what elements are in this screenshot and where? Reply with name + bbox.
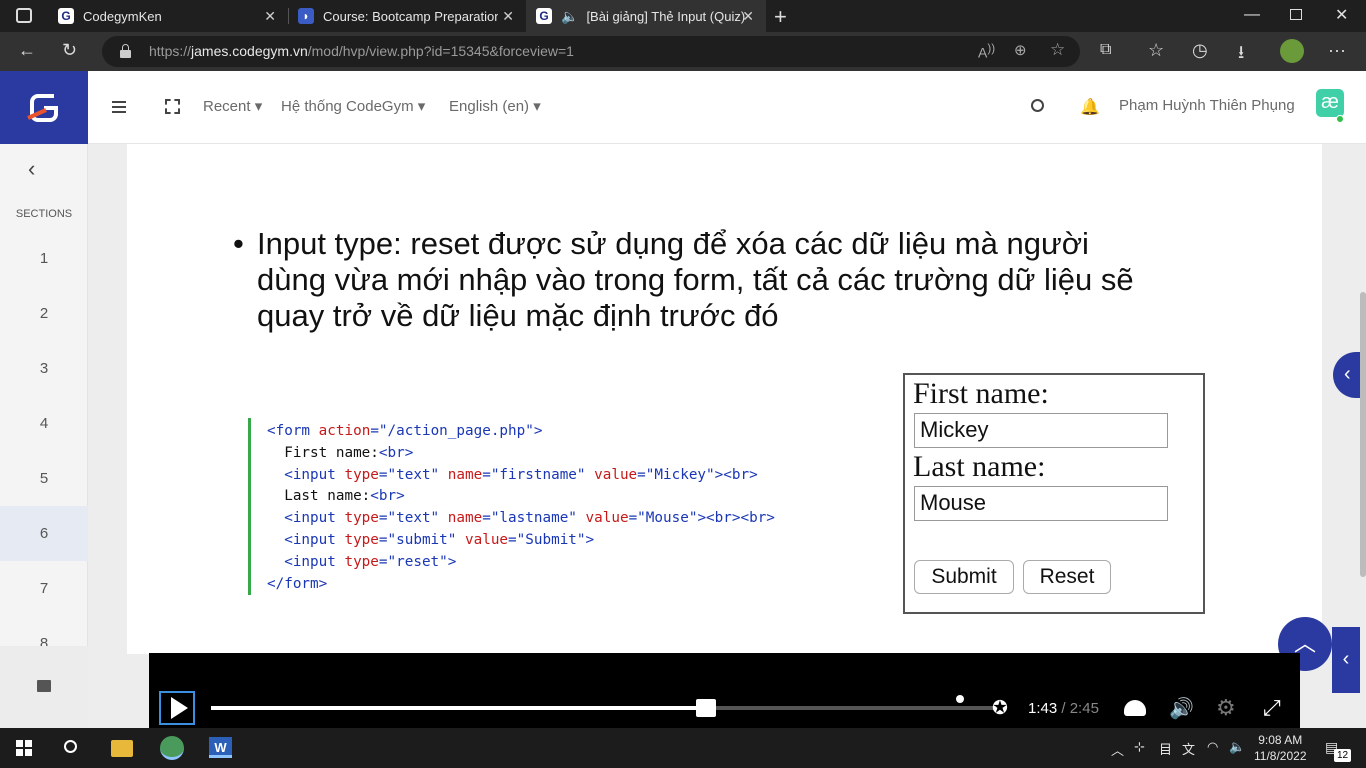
sections-title: SECTIONS xyxy=(15,208,73,220)
windows-start-icon[interactable] xyxy=(16,740,32,756)
close-tab-icon[interactable]: ✕ xyxy=(502,8,514,25)
code-line: <form action="/action_page.php"> xyxy=(267,423,543,439)
demo-reset-button: Reset xyxy=(1023,560,1111,594)
code-sample: <form action="/action_page.php"> First n… xyxy=(248,418,808,595)
tab-audio-icon[interactable]: 🔈 xyxy=(561,8,578,25)
more-menu-icon[interactable]: ··· xyxy=(1328,40,1346,61)
close-tab-icon[interactable]: ✕ xyxy=(264,8,276,25)
bullet-dot: • xyxy=(233,226,244,261)
language-icon[interactable]: 文 xyxy=(1182,739,1195,758)
interaction-marker[interactable] xyxy=(956,695,964,703)
code-line: <input type="reset"> xyxy=(267,553,457,570)
bookmark-star-icon[interactable]: ✪ xyxy=(992,697,1008,720)
code-line: <input type="submit" value="Submit"> xyxy=(267,531,595,548)
tray-overflow-icon[interactable]: ︿ xyxy=(1111,740,1124,759)
favorite-add-icon[interactable]: ☆ xyxy=(1050,40,1065,60)
settings-gear-icon[interactable]: ⚙ xyxy=(1216,695,1236,721)
back-icon[interactable]: ← xyxy=(18,40,36,61)
code-line: <input type="text" name="lastname" value… xyxy=(267,510,775,527)
code-line: Last name:<br> xyxy=(267,488,405,505)
code-line: <input type="text" name="firstname" valu… xyxy=(267,466,758,483)
word-app-icon[interactable]: W xyxy=(209,737,232,758)
section-item-3[interactable]: 3 xyxy=(0,341,88,396)
close-tab-icon[interactable]: ✕ xyxy=(742,8,754,25)
download-icon[interactable]: ⭳ xyxy=(1238,40,1244,70)
history-icon[interactable]: ◷ xyxy=(1192,40,1208,61)
speaker-icon[interactable]: 🔈 xyxy=(1229,739,1245,755)
section-item-6[interactable]: 6 xyxy=(0,506,88,561)
refresh-icon[interactable]: ↻ xyxy=(62,40,77,61)
section-item-8[interactable]: 8 xyxy=(0,616,88,646)
fullscreen-icon[interactable] xyxy=(165,99,180,114)
demo-submit-button: Submit xyxy=(914,560,1014,594)
codegym-favicon-icon: G xyxy=(536,8,552,24)
search-icon[interactable] xyxy=(1031,99,1044,112)
zoom-icon[interactable]: ⊕ xyxy=(1014,41,1027,59)
play-icon xyxy=(170,697,188,719)
demo-last-name-field: Mouse xyxy=(914,486,1168,521)
edge-browser-icon[interactable] xyxy=(160,736,184,760)
new-tab-icon[interactable]: + xyxy=(774,4,787,30)
extensions-icon[interactable]: ⧉ xyxy=(1100,41,1111,59)
nav-language[interactable]: English (en) ▾ xyxy=(449,97,541,115)
ime-icon[interactable]: 目 xyxy=(1159,739,1172,758)
play-button[interactable] xyxy=(159,691,195,725)
side-panel-toggle-button[interactable]: ‹ xyxy=(1332,627,1360,693)
nav-codegym-system[interactable]: Hệ thống CodeGym ▾ xyxy=(281,97,425,115)
minimize-icon[interactable]: — xyxy=(1244,6,1260,24)
notification-badge: 12 xyxy=(1334,749,1351,762)
demo-first-name-field: Mickey xyxy=(914,413,1168,448)
section-item-7[interactable]: 7 xyxy=(0,561,88,616)
tab-lecture[interactable]: G 🔈 [Bài giảng] Thẻ Input (Quiz) ✕ xyxy=(526,0,766,32)
code-line: First name:<br> xyxy=(267,444,414,461)
profile-avatar[interactable] xyxy=(1280,39,1304,63)
menu-toggle-icon[interactable] xyxy=(112,101,126,113)
taskbar-search-icon[interactable] xyxy=(64,740,77,753)
playback-speed-icon[interactable] xyxy=(1124,700,1146,716)
video-time: 1:43 / 2:45 xyxy=(1028,700,1099,717)
page-scrollbar[interactable] xyxy=(1360,292,1366,577)
seek-handle[interactable] xyxy=(695,699,716,717)
demo-first-name-label: First name: xyxy=(913,377,1049,410)
volume-icon[interactable]: 🔊 xyxy=(1169,696,1194,721)
archive-icon[interactable] xyxy=(37,680,51,692)
url-text[interactable]: https://james.codegym.vn/mod/hvp/view.ph… xyxy=(149,43,574,59)
nav-recent[interactable]: Recent ▾ xyxy=(203,97,262,115)
course-favicon-icon: ◗ xyxy=(298,8,314,24)
seek-bar-played xyxy=(211,706,706,710)
codegym-logo-icon xyxy=(27,93,58,122)
user-name[interactable]: Phạm Huỳnh Thiên Phụng xyxy=(1119,97,1295,114)
code-line: </form> xyxy=(267,575,328,592)
network-adapter-icon[interactable]: ⊹ xyxy=(1134,739,1145,755)
lock-icon[interactable] xyxy=(120,44,131,58)
section-item-5[interactable]: 5 xyxy=(0,451,88,506)
restore-icon[interactable] xyxy=(1290,9,1302,20)
clock[interactable]: 9:08 AM 11/8/2022 xyxy=(1254,732,1307,764)
form-demo-image: First name: Mickey Last name: Mouse Subm… xyxy=(903,373,1205,614)
collapse-sidebar-icon[interactable]: ‹ xyxy=(28,156,35,182)
demo-last-name-label: Last name: xyxy=(913,450,1046,483)
fullscreen-video-icon[interactable]: ⤢ xyxy=(1263,695,1281,721)
wifi-icon[interactable]: ◠ xyxy=(1207,739,1218,755)
file-explorer-icon[interactable] xyxy=(111,740,133,757)
online-status-dot xyxy=(1336,115,1344,123)
section-item-4[interactable]: 4 xyxy=(0,396,88,451)
codegym-favicon-icon: G xyxy=(58,8,74,24)
user-avatar[interactable]: æ xyxy=(1316,89,1344,117)
tab-course[interactable]: ◗ Course: Bootcamp Preparation 2 ✕ xyxy=(288,0,526,32)
section-item-2[interactable]: 2 xyxy=(0,286,88,341)
favorites-icon[interactable]: ☆ xyxy=(1148,40,1164,61)
slide-bullet: • Input type: reset được sử dụng để xóa c… xyxy=(233,226,1134,333)
notification-bell-icon[interactable]: 🔔 xyxy=(1080,97,1100,117)
workspaces-icon[interactable] xyxy=(16,8,32,23)
tab-codegymken[interactable]: G CodegymKen ✕ xyxy=(48,0,288,32)
read-aloud-icon[interactable]: A)) xyxy=(978,42,995,61)
section-item-1[interactable]: 1 xyxy=(0,231,88,286)
codegym-logo[interactable] xyxy=(0,71,88,144)
close-window-icon[interactable]: ✕ xyxy=(1335,5,1348,25)
